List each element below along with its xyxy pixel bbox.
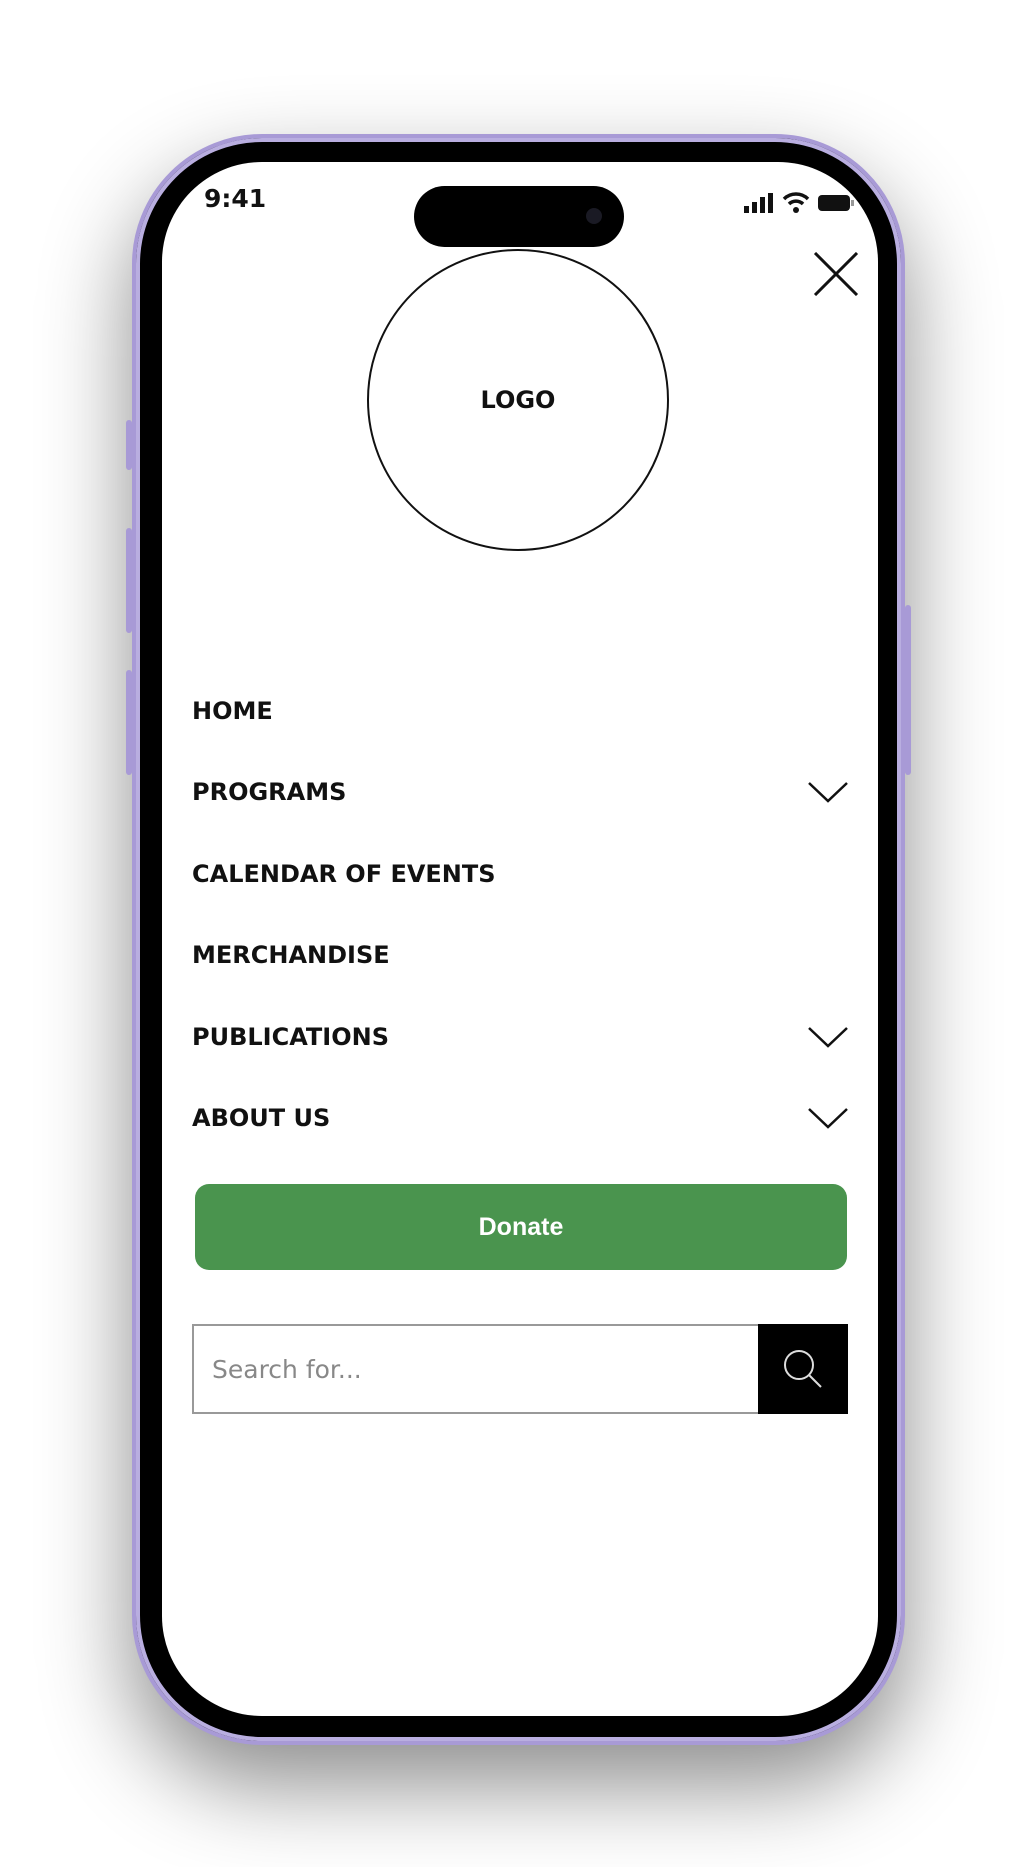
menu-item-label: MERCHANDISE (192, 941, 390, 970)
menu-item-label: CALENDAR OF EVENTS (192, 859, 496, 888)
menu-item-calendar-of-events[interactable]: CALENDAR OF EVENTS (192, 833, 848, 915)
signal-icon (744, 193, 773, 213)
menu-item-label: PUBLICATIONS (192, 1022, 389, 1051)
close-button[interactable] (813, 251, 859, 297)
status-time: 9:41 (204, 184, 267, 213)
search-icon (784, 1350, 822, 1388)
search-button[interactable] (758, 1324, 848, 1414)
menu-item-about-us[interactable]: ABOUT US (192, 1078, 848, 1160)
search-bar (192, 1324, 848, 1414)
menu-item-label: ABOUT US (192, 1104, 331, 1133)
menu-item-label: PROGRAMS (192, 778, 347, 807)
chevron-down-icon[interactable] (808, 1107, 848, 1129)
close-icon (813, 251, 859, 297)
screen: 9:41 LOGO HOME PROGRAMS CALENDAR OF EVEN… (162, 162, 878, 1716)
chevron-down-icon[interactable] (808, 781, 848, 803)
phone-volume-up-button (126, 528, 132, 633)
menu-item-home[interactable]: HOME (192, 670, 848, 752)
phone-volume-down-button (126, 670, 132, 775)
search-input[interactable] (192, 1324, 758, 1414)
menu-item-programs[interactable]: PROGRAMS (192, 752, 848, 834)
nav-menu: HOME PROGRAMS CALENDAR OF EVENTS MERCHAN… (192, 670, 848, 1159)
chevron-down-icon[interactable] (808, 1026, 848, 1048)
wifi-icon (782, 192, 810, 213)
phone-power-button (905, 605, 911, 775)
logo: LOGO (367, 249, 669, 551)
menu-item-merchandise[interactable]: MERCHANDISE (192, 915, 848, 997)
menu-item-label: HOME (192, 696, 273, 725)
battery-icon (818, 195, 854, 211)
dynamic-island (414, 186, 624, 247)
status-icons (744, 192, 854, 213)
phone-action-button (126, 420, 132, 470)
menu-item-publications[interactable]: PUBLICATIONS (192, 996, 848, 1078)
logo-text: LOGO (480, 386, 556, 414)
donate-button[interactable]: Donate (195, 1184, 847, 1270)
camera-icon (586, 208, 602, 224)
